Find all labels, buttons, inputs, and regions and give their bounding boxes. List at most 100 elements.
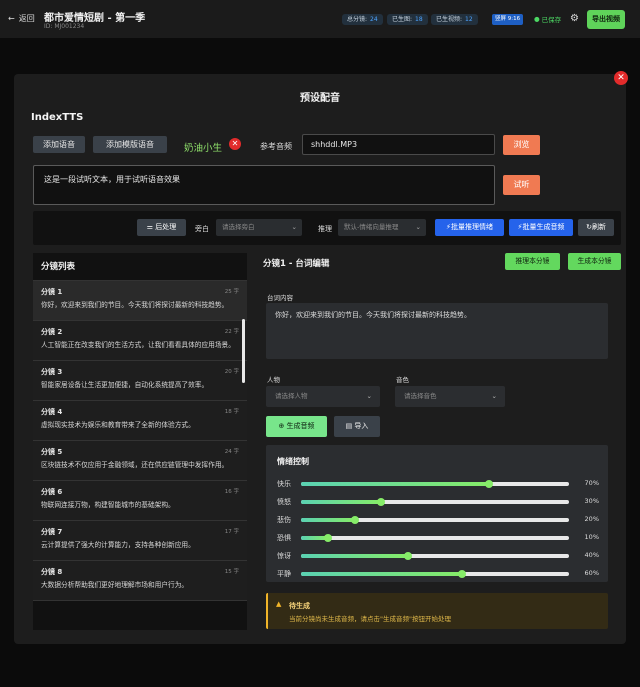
status-title: 待生成 <box>289 602 310 610</box>
emotion-slider[interactable] <box>301 534 569 542</box>
list-scrollbar[interactable] <box>242 319 245 383</box>
close-icon[interactable]: ✕ <box>614 71 628 85</box>
chevron-down-icon: ⌄ <box>491 392 497 400</box>
top-bar: ← 返回 都市爱情短剧 - 第一季 ID: MJ001234 总分镜: 24 已生… <box>0 0 640 38</box>
slider-handle[interactable] <box>457 570 466 578</box>
chevron-down-icon: ⌄ <box>415 223 421 231</box>
gear-icon[interactable]: ⚙ <box>570 13 579 24</box>
browse-button[interactable]: 浏览 <box>503 135 540 155</box>
list-item[interactable]: 分镜 2 22 字 人工智能正在改变我们的生活方式，让我们看看具体的应用场景。 <box>33 321 247 361</box>
slider-handle[interactable] <box>350 516 359 524</box>
dialogue-content-input[interactable]: 你好，欢迎来到我们的节目。今天我们将探讨最新的科技趋势。 <box>266 303 608 359</box>
modal-title: 预设配音 <box>300 93 340 104</box>
back-label: 返回 <box>18 14 35 23</box>
emotion-value: 20% <box>584 515 599 523</box>
refresh-button[interactable]: ↻刷新 <box>578 219 614 236</box>
emotion-slider-row: 恐惧 10% <box>277 533 599 543</box>
listen-button[interactable]: 试听 <box>503 175 540 195</box>
preset-dubbing-modal: 预设配音 IndexTTS 添加语音 添加模版语音 奶油小生 ✕ 参考音频 sh… <box>14 74 626 644</box>
timbre-label: 音色 <box>396 376 409 384</box>
emotion-label: 愤怒 <box>277 498 291 506</box>
add-template-voice-button[interactable]: 添加模版语音 <box>93 136 167 153</box>
check-circle-icon: ● <box>534 15 540 23</box>
slider-handle[interactable] <box>484 480 493 488</box>
emotion-value: 30% <box>584 497 599 505</box>
chevron-down-icon: ⌄ <box>291 223 297 231</box>
project-id: ID: MJ001234 <box>44 23 85 30</box>
emotion-slider[interactable] <box>301 480 569 488</box>
plus-circle-icon: ⊕ <box>278 422 285 430</box>
emotion-value: 40% <box>584 551 599 559</box>
list-item[interactable]: 分镜 4 18 字 虚拟现实技术为娱乐和教育带来了全新的体验方式。 <box>33 401 247 441</box>
editor-title: 分镜1 - 台词编辑 <box>263 259 330 269</box>
infer-this-segment-button[interactable]: 推理本分镜 <box>505 253 560 270</box>
list-item[interactable]: 分镜 3 20 字 智能家居设备让生活更加便捷，自动化系统提高了效率。 <box>33 361 247 401</box>
back-button[interactable]: ← 返回 <box>8 13 35 24</box>
narration-select[interactable]: 请选择旁白 ⌄ <box>216 219 302 236</box>
stat-total-segments: 总分镜: 24 <box>342 14 383 25</box>
segment-list: 分镜列表 分镜 1 25 字 你好，欢迎来到我们的节目。今天我们将探讨最新的科技… <box>33 253 247 630</box>
narration-label: 旁白 <box>195 225 209 233</box>
emotion-label: 快乐 <box>277 480 291 488</box>
emotion-slider-row: 愤怒 30% <box>277 497 599 507</box>
selected-voice-name: 奶油小生 <box>184 143 223 154</box>
slider-handle[interactable] <box>323 534 332 542</box>
emotion-label: 平静 <box>277 570 291 578</box>
emotion-slider[interactable] <box>301 570 569 578</box>
timbre-select[interactable]: 请选择音色 ⌄ <box>395 386 505 407</box>
generate-audio-button[interactable]: ⊕ 生成音频 <box>266 416 327 437</box>
arrow-left-icon: ← <box>8 14 15 23</box>
content-label: 台词内容 <box>267 294 293 302</box>
slider-fill <box>301 482 489 486</box>
slider-fill <box>301 554 409 558</box>
import-button[interactable]: ▤ 导入 <box>334 416 380 437</box>
chevron-down-icon: ⌄ <box>366 392 372 400</box>
emotion-slider[interactable] <box>301 516 569 524</box>
list-item[interactable]: 分镜 1 25 字 你好，欢迎来到我们的节目。今天我们将探讨最新的科技趋势。 <box>33 281 247 321</box>
ref-audio-input[interactable]: shhddl.MP3 <box>302 134 495 155</box>
segment-list-title: 分镜列表 <box>33 253 247 281</box>
emotion-slider-row: 悲伤 20% <box>277 515 599 525</box>
emotion-value: 10% <box>584 533 599 541</box>
generate-this-segment-button[interactable]: 生成本分镜 <box>568 253 621 270</box>
slider-fill <box>301 518 355 522</box>
export-video-button[interactable]: 导出视频 <box>587 10 625 29</box>
list-item[interactable]: 分镜 5 24 字 区块链技术不仅应用于金融领域，还在供应链管理中发挥作用。 <box>33 441 247 481</box>
batch-infer-emotion-button[interactable]: ⚡批量推理情绪 <box>435 219 504 236</box>
stat-images: 已生图: 18 <box>387 14 428 25</box>
status-warning: ▲ 待生成 当前分镜尚未生成音频，请点击"生成音频"按钮开始处理 <box>266 593 608 629</box>
emotion-slider-row: 惊讶 40% <box>277 551 599 561</box>
slider-fill <box>301 572 462 576</box>
add-voice-button[interactable]: 添加语音 <box>33 136 85 153</box>
status-text: 当前分镜尚未生成音频，请点击"生成音频"按钮开始处理 <box>289 615 451 623</box>
character-select[interactable]: 请选择人物 ⌄ <box>266 386 380 407</box>
remove-voice-icon[interactable]: ✕ <box>229 138 241 150</box>
ref-audio-label: 参考音频 <box>260 142 292 151</box>
post-process-button[interactable]: ⚌ 后处理 <box>137 219 186 236</box>
infer-label: 推理 <box>318 225 332 233</box>
stat-videos: 已生视频: 12 <box>431 14 478 25</box>
list-item[interactable]: 分镜 6 16 字 物联网连接万物，构建智能城市的基础架构。 <box>33 481 247 521</box>
emotion-control-title: 情绪控制 <box>277 457 309 466</box>
sample-text-input[interactable]: 这是一段试听文本，用于试听语音效果 <box>33 165 495 205</box>
saved-status: ● 已保存 <box>534 15 562 24</box>
emotion-label: 惊讶 <box>277 552 291 560</box>
list-item[interactable]: 分镜 8 15 字 大数据分析帮助我们更好地理解市场和用户行为。 <box>33 561 247 601</box>
infer-mode-select[interactable]: 默认-情绪向量推理 ⌄ <box>338 219 426 236</box>
emotion-label: 悲伤 <box>277 516 291 524</box>
file-icon: ▤ <box>345 422 353 430</box>
emotion-slider[interactable] <box>301 552 569 560</box>
emotion-slider-row: 快乐 70% <box>277 479 599 489</box>
slider-fill <box>301 500 382 504</box>
warning-icon: ▲ <box>276 600 282 608</box>
batch-toolbar: ⚌ 后处理 旁白 请选择旁白 ⌄ 推理 默认-情绪向量推理 ⌄ ⚡批量推理情绪 ⚡批… <box>33 211 621 245</box>
sliders-icon: ⚌ <box>146 223 154 231</box>
aspect-ratio-badge[interactable]: 竖屏 9:16 <box>492 14 524 25</box>
slider-handle[interactable] <box>377 498 386 506</box>
slider-handle[interactable] <box>404 552 413 560</box>
emotion-value: 60% <box>584 569 599 577</box>
emotion-slider[interactable] <box>301 498 569 506</box>
page-title: 都市爱情短剧 - 第一季 <box>44 13 146 24</box>
list-item[interactable]: 分镜 7 17 字 云计算提供了强大的计算能力，支持各种创新应用。 <box>33 521 247 561</box>
batch-generate-audio-button[interactable]: ⚡批量生成音频 <box>509 219 573 236</box>
